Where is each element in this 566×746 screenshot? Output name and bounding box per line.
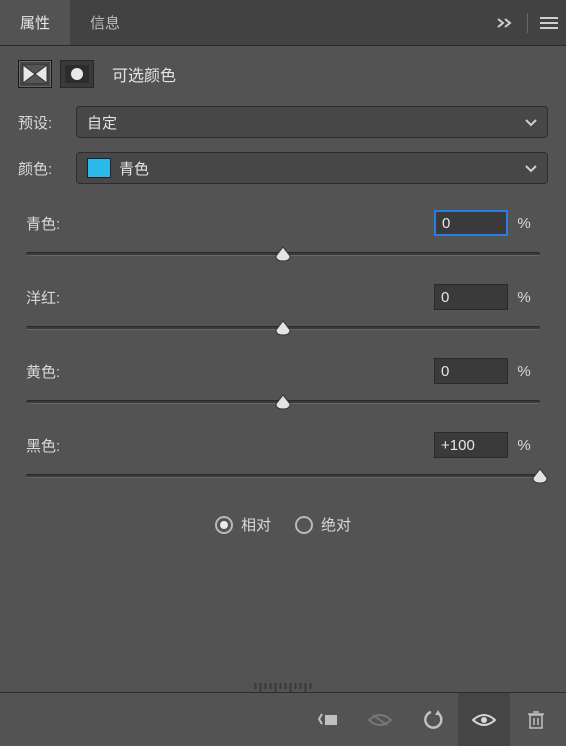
clip-to-layer-icon[interactable] [302, 693, 354, 746]
method-absolute-radio[interactable]: 绝对 [295, 514, 351, 535]
cyan-input[interactable] [434, 210, 508, 236]
color-value: 青色 [119, 158, 149, 179]
radio-icon [215, 516, 233, 534]
radio-icon [295, 516, 313, 534]
tab-info[interactable]: 信息 [70, 0, 140, 45]
cyan-label: 青色: [26, 213, 434, 234]
yellow-slider[interactable] [26, 394, 540, 418]
magenta-slider[interactable] [26, 320, 540, 344]
black-slider[interactable] [26, 468, 540, 492]
magenta-label: 洋红: [26, 287, 434, 308]
relative-label: 相对 [241, 514, 271, 535]
divider [527, 13, 528, 33]
yellow-label: 黄色: [26, 361, 434, 382]
percent-label: % [508, 215, 540, 232]
preset-select[interactable]: 自定 [76, 106, 548, 138]
slider-thumb[interactable] [274, 320, 292, 336]
color-label: 颜色: [18, 158, 76, 179]
slider-thumb[interactable] [274, 246, 292, 262]
resize-grip[interactable] [255, 683, 312, 692]
percent-label: % [508, 363, 540, 380]
reset-icon[interactable] [406, 693, 458, 746]
preset-label: 预设: [18, 112, 76, 133]
cyan-slider[interactable] [26, 246, 540, 270]
delete-icon[interactable] [510, 693, 562, 746]
tab-properties[interactable]: 属性 [0, 0, 70, 45]
magenta-input[interactable] [434, 284, 508, 310]
slider-thumb[interactable] [274, 394, 292, 410]
collapse-icon[interactable] [489, 0, 523, 45]
black-input[interactable] [434, 432, 508, 458]
slider-thumb[interactable] [531, 468, 549, 484]
black-label: 黑色: [26, 435, 434, 456]
mask-icon[interactable] [60, 60, 94, 88]
toggle-visibility-icon[interactable] [458, 693, 510, 746]
color-swatch [87, 158, 111, 178]
preset-value: 自定 [87, 112, 117, 133]
chevron-down-icon [525, 160, 537, 177]
color-select[interactable]: 青色 [76, 152, 548, 184]
adjustment-type-icon[interactable] [18, 60, 52, 88]
method-relative-radio[interactable]: 相对 [215, 514, 271, 535]
yellow-input[interactable] [434, 358, 508, 384]
view-previous-icon[interactable] [354, 693, 406, 746]
slider-track [26, 474, 540, 478]
percent-label: % [508, 437, 540, 454]
menu-icon[interactable] [532, 0, 566, 45]
adjustment-title: 可选颜色 [112, 62, 176, 86]
chevron-down-icon [525, 114, 537, 131]
absolute-label: 绝对 [321, 514, 351, 535]
percent-label: % [508, 289, 540, 306]
